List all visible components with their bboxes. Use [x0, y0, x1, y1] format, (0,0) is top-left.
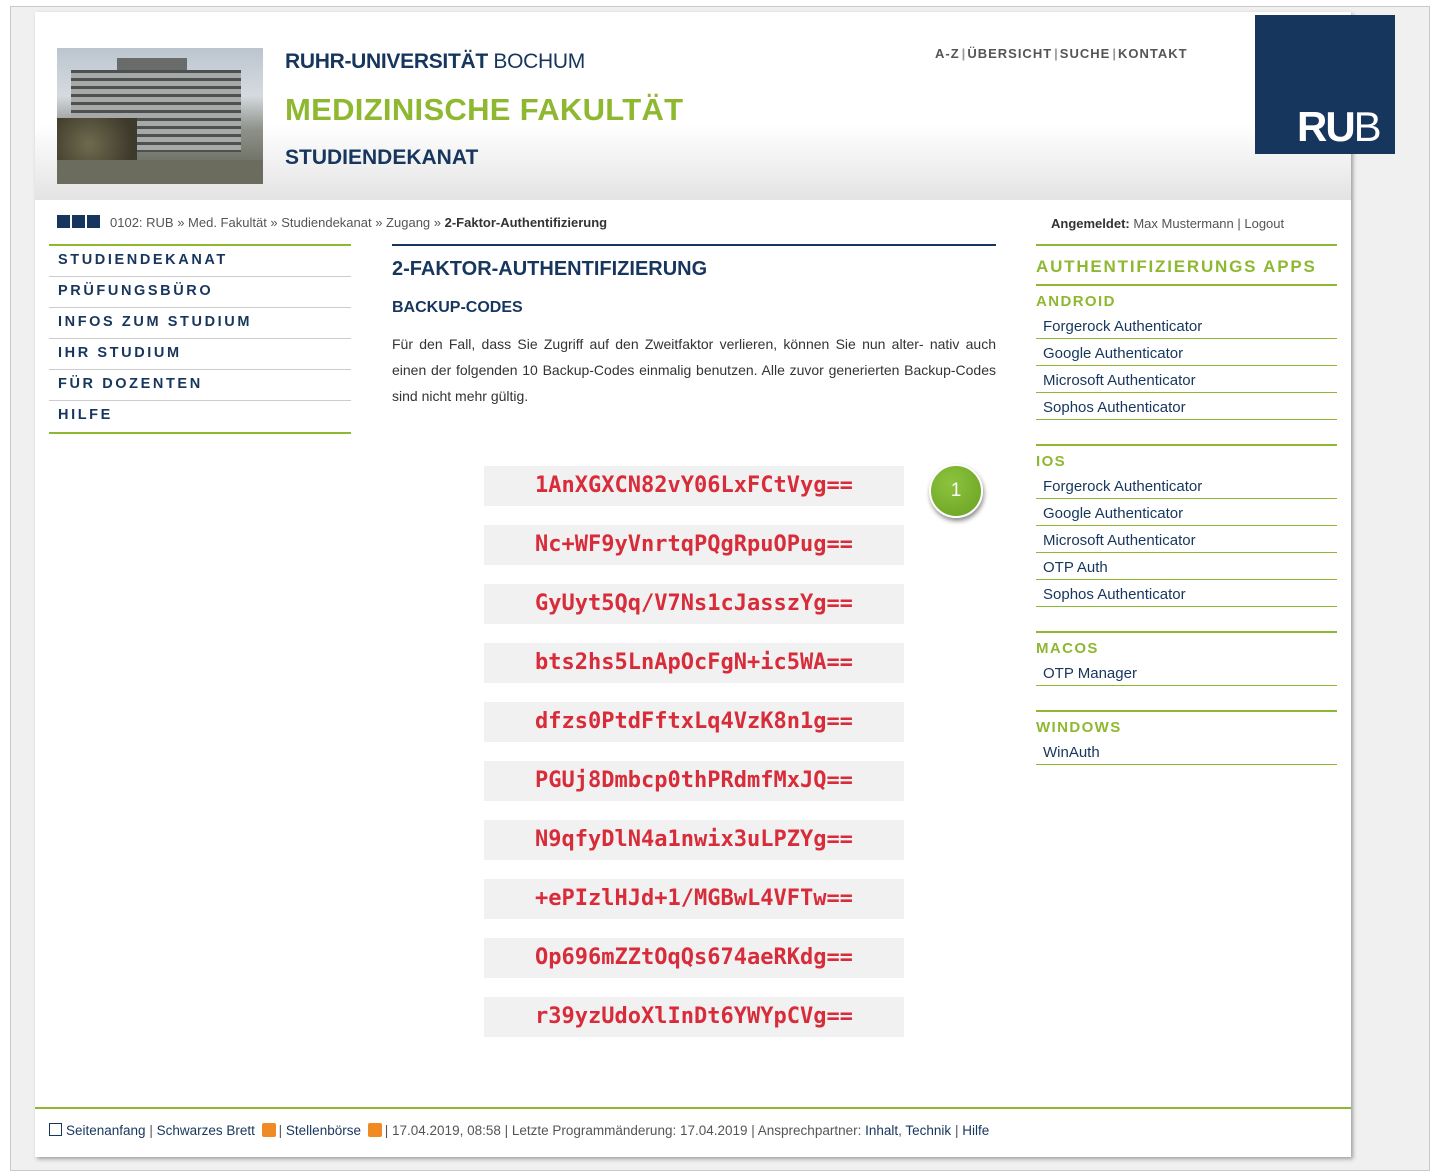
nav-studiendekanat[interactable]: STUDIENDEKANAT	[49, 246, 351, 277]
breadcrumb-path[interactable]: 0102: RUB » Med. Fakultät » Studiendekan…	[110, 215, 445, 230]
backup-code: r39yzUdoXlInDt6YWYpCVg==	[484, 997, 904, 1037]
university-name: RUHR-UNIVERSITÄT BOCHUM	[285, 50, 585, 73]
footer-seitenanfang[interactable]: Seitenanfang	[66, 1123, 146, 1138]
section-macos: MACOS	[1036, 640, 1099, 657]
login-status: Angemeldet: Max Mustermann | Logout	[1051, 216, 1285, 231]
intro-text: Für den Fall, dass Sie Zugriff auf den Z…	[392, 336, 996, 404]
sidebar-title: AUTHENTIFIZIERUNGS APPS	[1036, 244, 1337, 286]
backup-code: dfzs0PtdFftxLq4VzK8n1g==	[484, 702, 904, 742]
backup-code: GyUyt5Qq/V7Ns1cJasszYg==	[484, 584, 904, 624]
jump-down-icon[interactable]	[57, 215, 70, 228]
rss-icon[interactable]	[367, 1123, 382, 1137]
app-link[interactable]: Forgerock Authenticator	[1036, 473, 1337, 499]
topnav-kontakt[interactable]: KONTAKT	[1118, 46, 1188, 61]
topnav-uebersicht[interactable]: ÜBERSICHT	[967, 46, 1052, 61]
backup-code: Nc+WF9yVnrtqPQgRpuOPug==	[484, 525, 904, 565]
left-navigation: STUDIENDEKANAT PRÜFUNGSBÜRO INFOS ZUM ST…	[49, 244, 351, 434]
footer-technik[interactable]: Technik	[905, 1123, 951, 1138]
backup-code: bts2hs5LnApOcFgN+ic5WA==	[484, 643, 904, 683]
department-name: STUDIENDEKANAT	[285, 146, 479, 169]
logout-link[interactable]: Max Mustermann | Logout	[1130, 216, 1284, 231]
top-navigation: A-Z | ÜBERSICHT | SUCHE | KONTAKT	[935, 46, 1188, 61]
app-link[interactable]: OTP Manager	[1036, 660, 1337, 686]
app-link[interactable]: Microsoft Authenticator	[1036, 367, 1337, 393]
jump-right-icon[interactable]	[87, 215, 100, 228]
section-android: ANDROID	[1036, 293, 1116, 310]
nav-infos-zum-studium[interactable]: INFOS ZUM STUDIUM	[49, 308, 351, 339]
footer-schwarzes-brett[interactable]: Schwarzes Brett	[157, 1123, 255, 1138]
rub-logo[interactable]: RUB	[1255, 15, 1395, 154]
app-link[interactable]: Microsoft Authenticator	[1036, 527, 1337, 553]
jump-updown-icon[interactable]	[72, 215, 85, 228]
backup-code: N9qfyDlN4a1nwix3uLPZYg==	[484, 820, 904, 860]
app-link[interactable]: Forgerock Authenticator	[1036, 313, 1337, 339]
breadcrumb: 0102: RUB » Med. Fakultät » Studiendekan…	[57, 215, 607, 230]
page-title: 2-FAKTOR-AUTHENTIFIZIERUNG	[392, 258, 708, 280]
backup-code-list: 1AnXGXCN82vY06LxFCtVyg== Nc+WF9yVnrtqPQg…	[484, 466, 904, 1056]
topnav-az[interactable]: A-Z	[935, 46, 960, 61]
rss-icon[interactable]	[261, 1123, 276, 1137]
nav-ihr-studium[interactable]: IHR STUDIUM	[49, 339, 351, 370]
section-ios: IOS	[1036, 453, 1067, 470]
main-content: 2-FAKTOR-AUTHENTIFIZIERUNG BACKUP-CODES …	[392, 244, 996, 409]
page-container: RUHR-UNIVERSITÄT BOCHUM MEDIZINISCHE FAK…	[35, 12, 1395, 1157]
backup-code: PGUj8Dmbcp0thPRdmfMxJQ==	[484, 761, 904, 801]
app-link[interactable]: OTP Auth	[1036, 554, 1337, 580]
app-link[interactable]: Sophos Authenticator	[1036, 581, 1337, 607]
nav-fuer-dozenten[interactable]: FÜR DOZENTEN	[49, 370, 351, 401]
footer-date: | 17.04.2019, 08:58 | Letzte Programmänd…	[384, 1123, 866, 1138]
app-link[interactable]: Google Authenticator	[1036, 500, 1337, 526]
topnav-suche[interactable]: SUCHE	[1060, 46, 1111, 61]
footer-inhalt[interactable]: Inhalt	[865, 1123, 898, 1138]
app-link[interactable]: Sophos Authenticator	[1036, 394, 1337, 420]
building-photo	[57, 48, 263, 184]
header: RUHR-UNIVERSITÄT BOCHUM MEDIZINISCHE FAK…	[35, 12, 1395, 200]
step-badge: 1	[929, 464, 983, 518]
backup-code: 1AnXGXCN82vY06LxFCtVyg==	[484, 466, 904, 506]
breadcrumb-current: 2-Faktor-Authentifizierung	[444, 215, 608, 230]
footer-hilfe[interactable]: Hilfe	[962, 1123, 989, 1138]
faculty-name: MEDIZINISCHE FAKULTÄT	[285, 92, 684, 127]
backup-code: Op696mZZtOqQs674aeRKdg==	[484, 938, 904, 978]
sidebar-apps: AUTHENTIFIZIERUNGS APPS ANDROID Forgeroc…	[1036, 244, 1337, 765]
section-title: BACKUP-CODES	[392, 299, 523, 316]
nav-hilfe[interactable]: HILFE	[49, 401, 351, 432]
section-windows: WINDOWS	[1036, 719, 1122, 736]
page-top-icon[interactable]	[49, 1123, 62, 1136]
footer: Seitenanfang | Schwarzes Brett | Stellen…	[35, 1107, 1351, 1157]
nav-pruefungsbuero[interactable]: PRÜFUNGSBÜRO	[49, 277, 351, 308]
footer-stellenboerse[interactable]: Stellenbörse	[286, 1123, 361, 1138]
backup-code: +ePIzlHJd+1/MGBwL4VFTw==	[484, 879, 904, 919]
app-link[interactable]: Google Authenticator	[1036, 340, 1337, 366]
app-link[interactable]: WinAuth	[1036, 739, 1337, 765]
